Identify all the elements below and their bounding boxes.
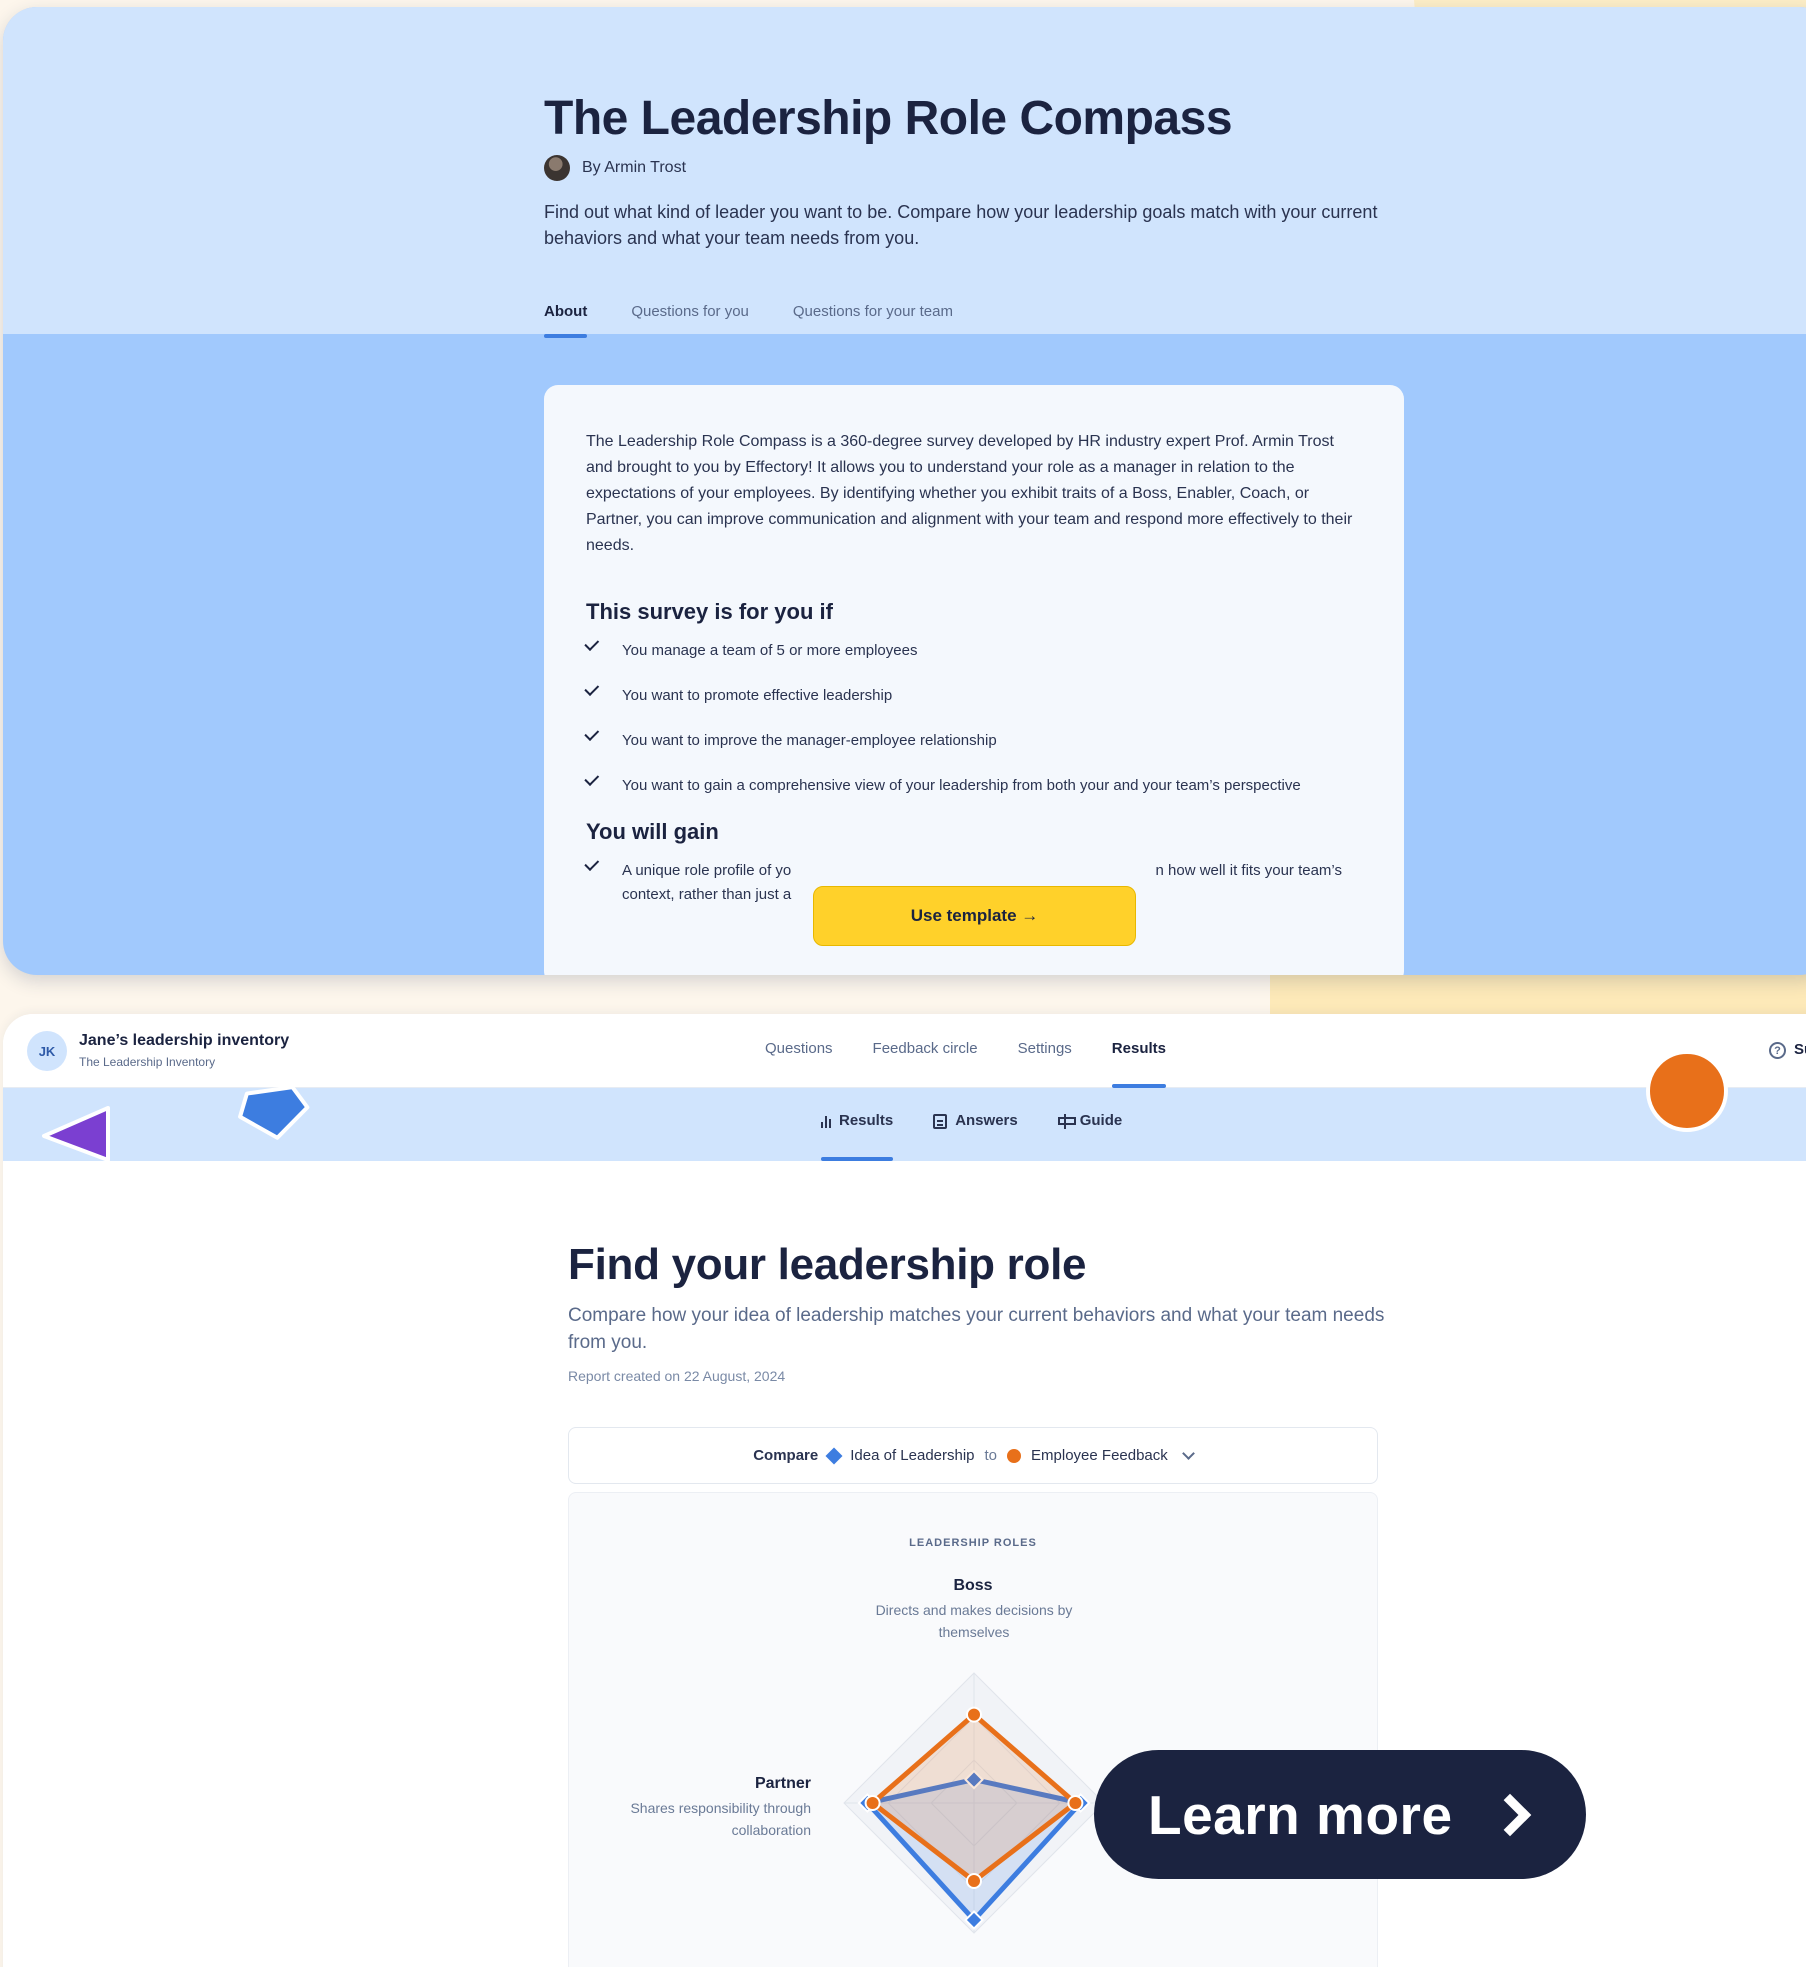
gain-text-start: A unique role profile of yo <box>622 862 792 879</box>
role-partner-desc: Shares responsibility through collaborat… <box>630 1800 811 1838</box>
check-icon <box>586 859 606 879</box>
check-icon <box>586 639 606 659</box>
check-icon <box>586 774 606 794</box>
help-label[interactable]: Su <box>1794 1041 1806 1058</box>
blue-diamond-icon <box>825 1447 843 1464</box>
report-date: Report created on 22 August, 2024 <box>568 1368 786 1384</box>
decorative-triangle <box>42 1106 110 1162</box>
avatar[interactable]: JK <box>27 1031 67 1071</box>
inventory-subtitle: The Leadership Inventory <box>79 1055 216 1069</box>
decorative-circle <box>1646 1050 1728 1132</box>
template-title: The Leadership Role Compass <box>544 92 1233 145</box>
main-nav: Questions Feedback circle Settings Resul… <box>765 1040 1167 1088</box>
nav-feedback-circle[interactable]: Feedback circle <box>873 1040 978 1088</box>
document-icon <box>933 1114 948 1129</box>
compare-option-b: Employee Feedback <box>1031 1447 1168 1464</box>
results-description: Compare how your idea of leadership matc… <box>568 1305 1385 1353</box>
chevron-down-icon <box>1181 1447 1195 1460</box>
compare-option-a: Idea of Leadership <box>850 1447 975 1464</box>
nav-questions[interactable]: Questions <box>765 1040 833 1088</box>
leadership-roles-panel: LEADERSHIP ROLES Boss Directs and makes … <box>568 1492 1378 1967</box>
radar-chart <box>843 1672 1105 1934</box>
subtab-answers[interactable]: Answers <box>933 1112 1018 1161</box>
roles-label: LEADERSHIP ROLES <box>909 1537 1037 1549</box>
about-text: The Leadership Role Compass is a 360-deg… <box>586 433 1353 554</box>
compare-label: Compare <box>753 1447 819 1464</box>
orange-dot-icon <box>1007 1448 1022 1463</box>
radar-point-employee-feedback-partner <box>864 1795 881 1811</box>
template-header <box>3 7 1806 334</box>
author-avatar <box>544 155 570 181</box>
template-description: Find out what kind of leader you want to… <box>544 202 1378 248</box>
chevron-right-icon <box>1488 1793 1531 1836</box>
gain-text-end: n how well it fits your team’s <box>1155 862 1342 879</box>
subtab-results[interactable]: Results <box>821 1112 894 1161</box>
list-item: You manage a team of 5 or more employees <box>586 639 1362 663</box>
sub-nav: Results Answers Guide <box>821 1112 1122 1161</box>
bar-chart-icon <box>821 1115 831 1128</box>
subtab-guide[interactable]: Guide <box>1057 1112 1122 1161</box>
for-you-heading: This survey is for you if <box>586 599 833 624</box>
signpost-icon <box>1057 1114 1076 1129</box>
tab-questions-for-you[interactable]: Questions for you <box>631 303 749 338</box>
learn-more-label: Learn more <box>1148 1783 1453 1846</box>
radar-point-employee-feedback-boss <box>966 1706 982 1723</box>
check-icon <box>586 684 606 704</box>
tab-about[interactable]: About <box>544 303 588 338</box>
help-icon[interactable]: ? <box>1769 1042 1786 1059</box>
role-boss-desc: Directs and makes decisions by themselve… <box>875 1602 1073 1640</box>
list-item: You want to improve the manager-employee… <box>586 729 1362 753</box>
decorative-diamond <box>238 1086 310 1140</box>
role-partner-name: Partner <box>754 1775 811 1792</box>
for-you-list: You manage a team of 5 or more employees… <box>586 639 1362 798</box>
list-item: You want to gain a comprehensive view of… <box>586 774 1362 798</box>
radar-point-employee-feedback-coach <box>966 1873 982 1889</box>
use-template-button[interactable]: Use template → <box>813 886 1136 946</box>
compare-selector[interactable]: Compare Idea of Leadership to Employee F… <box>568 1427 1378 1484</box>
nav-settings[interactable]: Settings <box>1018 1040 1072 1088</box>
template-about-card: The Leadership Role Compass By Armin Tro… <box>3 7 1806 975</box>
author-name: By Armin Trost <box>582 159 687 176</box>
compare-connector: to <box>984 1447 998 1464</box>
radar-point-employee-feedback-enabler <box>1067 1795 1084 1811</box>
role-boss-name: Boss <box>953 1577 993 1594</box>
tab-questions-for-your-team[interactable]: Questions for your team <box>793 303 953 338</box>
list-item: You want to promote effective leadership <box>586 684 1362 708</box>
author-line: By Armin Trost <box>544 155 686 181</box>
learn-more-button[interactable]: Learn more <box>1094 1750 1586 1879</box>
template-tabs: About Questions for you Questions for yo… <box>544 303 953 338</box>
results-heading: Find your leadership role <box>568 1240 1087 1289</box>
nav-results[interactable]: Results <box>1111 1040 1167 1088</box>
inventory-name: Jane’s leadership inventory <box>79 1032 290 1049</box>
gain-heading: You will gain <box>586 819 719 844</box>
app-topbar: JK Jane’s leadership inventory The Leade… <box>3 1014 1806 1088</box>
check-icon <box>586 729 606 749</box>
